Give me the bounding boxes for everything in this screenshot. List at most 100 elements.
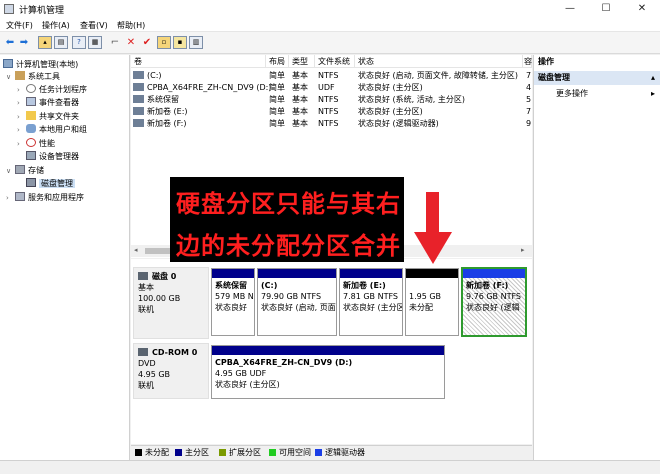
tree-item-storage[interactable]: ∨ 存储 — [6, 164, 44, 177]
tools-icon — [15, 71, 25, 80]
primary-partition-bar — [258, 269, 336, 278]
logical-drive-bar — [463, 269, 525, 278]
partition-e[interactable]: 新加卷 (E:) 7.81 GB NTFS 状态良好 (主分区) — [339, 268, 403, 336]
menu-action[interactable]: 操作(A) — [42, 20, 70, 31]
unallocated-bar — [406, 269, 458, 278]
computer-icon — [3, 59, 13, 68]
tree-item-disk-management[interactable]: 磁盘管理 — [26, 177, 75, 190]
extended-swatch — [219, 449, 226, 456]
help-icon[interactable]: ? — [72, 36, 86, 49]
properties-icon[interactable]: ▦ — [88, 36, 102, 49]
volume-icon — [133, 119, 144, 127]
cdrom-icon — [138, 348, 148, 356]
volume-icon — [133, 107, 144, 115]
partition-f[interactable]: 新加卷 (F:) 9.76 GB NTFS 状态良好 (逻辑 — [461, 267, 527, 337]
table-row[interactable]: 新加卷 (E:) 简单 基本 NTFS 状态良好 (主分区) 7 — [133, 106, 531, 117]
red-arrow-icon — [414, 192, 452, 264]
users-icon — [26, 124, 36, 133]
disk-0-label[interactable]: 磁盘 0 基本 100.00 GB 联机 — [133, 267, 209, 339]
disk-icon — [26, 178, 36, 187]
minimize-button[interactable]: — — [552, 0, 588, 18]
legend-item: 未分配 — [135, 449, 169, 457]
tree-item-local-users[interactable]: › 本地用户和组 — [17, 123, 87, 136]
column-header-status[interactable]: 状态 — [355, 55, 523, 68]
menu-help[interactable]: 帮助(H) — [117, 20, 145, 31]
column-header-capacity[interactable]: 容 — [523, 55, 532, 68]
menu-file[interactable]: 文件(F) — [6, 20, 33, 31]
submenu-arrow-icon[interactable]: ▸ — [651, 87, 655, 101]
scroll-right-icon[interactable]: ▸ — [521, 246, 525, 254]
partition-system-reserved[interactable]: 系统保留 579 MB N 状态良好 — [211, 268, 255, 336]
partition-unallocated[interactable]: 1.95 GB 未分配 — [405, 268, 459, 336]
toolbar: ⬅ ➡ ▴ ▤ ? ▦ ⌐ ✕ ✔ ▫ ▪ ▥ — [0, 32, 660, 54]
column-header-layout[interactable]: 布局 — [266, 55, 289, 68]
more-actions[interactable]: 更多操作 ▸ — [534, 87, 660, 101]
partition-d[interactable]: CPBA_X64FRE_ZH-CN_DV9 (D:) 4.95 GB UDF 状态良… — [211, 345, 445, 399]
expand-icon[interactable]: › — [6, 192, 15, 205]
legend: 未分配 主分区 扩展分区 可用空间 逻辑驱动器 — [131, 445, 532, 459]
menu-view[interactable]: 查看(V) — [80, 20, 108, 31]
shared-folder-icon — [26, 111, 36, 120]
column-header-volume[interactable]: 卷 — [131, 55, 266, 68]
volume-icon — [133, 71, 144, 79]
delete-icon[interactable]: ✕ — [124, 36, 138, 49]
actions-section-disk-management[interactable]: 磁盘管理 ▴ — [534, 71, 660, 85]
up-folder-icon[interactable]: ▴ — [38, 36, 52, 49]
column-header-filesystem[interactable]: 文件系统 — [315, 55, 355, 68]
primary-swatch — [175, 449, 182, 456]
clock-icon — [26, 84, 36, 93]
tree-item-shared-folders[interactable]: › 共享文件夹 — [17, 110, 79, 123]
forward-icon[interactable]: ➡ — [17, 36, 31, 49]
computer-management-icon — [4, 4, 14, 14]
expand-icon[interactable]: › — [17, 97, 26, 110]
primary-partition-bar — [212, 269, 254, 278]
status-bar — [0, 460, 660, 474]
collapse-icon[interactable]: ∨ — [6, 71, 15, 84]
navigation-tree: 计算机管理(本地) ∨ 系统工具 › 任务计划程序 › 事件查看器 › 共享文件夹 › 本… — [0, 55, 130, 460]
partition-c[interactable]: (C:) 79.90 GB NTFS 状态良好 (启动, 页面 — [257, 268, 337, 336]
expand-icon[interactable]: › — [17, 124, 26, 137]
actions-pane: 操作 磁盘管理 ▴ 更多操作 ▸ — [533, 55, 660, 460]
refresh-icon[interactable]: ▥ — [189, 36, 203, 49]
scroll-left-icon[interactable]: ◂ — [134, 246, 138, 254]
tree-item-task-scheduler[interactable]: › 任务计划程序 — [17, 83, 87, 96]
new-window-icon[interactable]: ▪ — [173, 36, 187, 49]
disk-map: 磁盘 0 基本 100.00 GB 联机 系统保留 579 MB N 状态良好 (C… — [131, 259, 532, 444]
tree-item-event-viewer[interactable]: › 事件查看器 — [17, 96, 79, 109]
table-row[interactable]: 系统保留 简单 基本 NTFS 状态良好 (系统, 活动, 主分区) 5 — [133, 94, 531, 105]
event-viewer-icon — [26, 97, 36, 106]
dvd-icon — [133, 83, 144, 91]
maximize-button[interactable]: ☐ — [588, 0, 624, 18]
actions-header: 操作 — [534, 55, 660, 69]
primary-partition-bar — [340, 269, 402, 278]
tree-item-performance[interactable]: › 性能 — [17, 137, 55, 150]
column-header-type[interactable]: 类型 — [289, 55, 315, 68]
cdrom-0-label[interactable]: CD-ROM 0 DVD 4.95 GB 联机 — [133, 343, 209, 399]
open-icon[interactable]: ▫ — [157, 36, 171, 49]
legend-item: 可用空间 — [269, 449, 311, 457]
close-button[interactable]: ✕ — [624, 0, 660, 18]
tree-item-services[interactable]: › 服务和应用程序 — [6, 191, 84, 204]
disk-icon — [138, 272, 148, 280]
logical-drive-swatch — [315, 449, 322, 456]
table-row[interactable]: CPBA_X64FRE_ZH-CN_DV9 (D:) 简单 基本 UDF 状态良… — [133, 82, 531, 93]
legend-item: 主分区 — [175, 449, 209, 457]
table-row[interactable]: 新加卷 (F:) 简单 基本 NTFS 状态良好 (逻辑驱动器) 9 — [133, 118, 531, 129]
expand-icon[interactable]: › — [17, 138, 26, 151]
storage-icon — [15, 165, 25, 174]
title-bar: 计算机管理 — ☐ ✕ — [0, 0, 660, 18]
show-tree-icon[interactable]: ▤ — [54, 36, 68, 49]
volume-icon — [133, 95, 144, 103]
collapse-icon[interactable]: ∨ — [6, 165, 15, 178]
annotation-line-1: 硬盘分区只能与其右 — [176, 190, 401, 218]
legend-item: 逻辑驱动器 — [315, 449, 365, 457]
tree-item-system-tools[interactable]: ∨ 系统工具 — [6, 70, 60, 83]
collapse-up-icon[interactable]: ▴ — [651, 71, 655, 85]
check-icon[interactable]: ✔ — [140, 36, 154, 49]
tree-item-device-manager[interactable]: 设备管理器 — [26, 150, 79, 163]
services-icon — [15, 192, 25, 201]
back-icon[interactable]: ⬅ — [3, 36, 17, 49]
primary-partition-bar — [212, 346, 444, 355]
connect-icon[interactable]: ⌐ — [108, 36, 122, 49]
table-row[interactable]: (C:) 简单 基本 NTFS 状态良好 (启动, 页面文件, 故障转储, 主分… — [133, 70, 531, 81]
